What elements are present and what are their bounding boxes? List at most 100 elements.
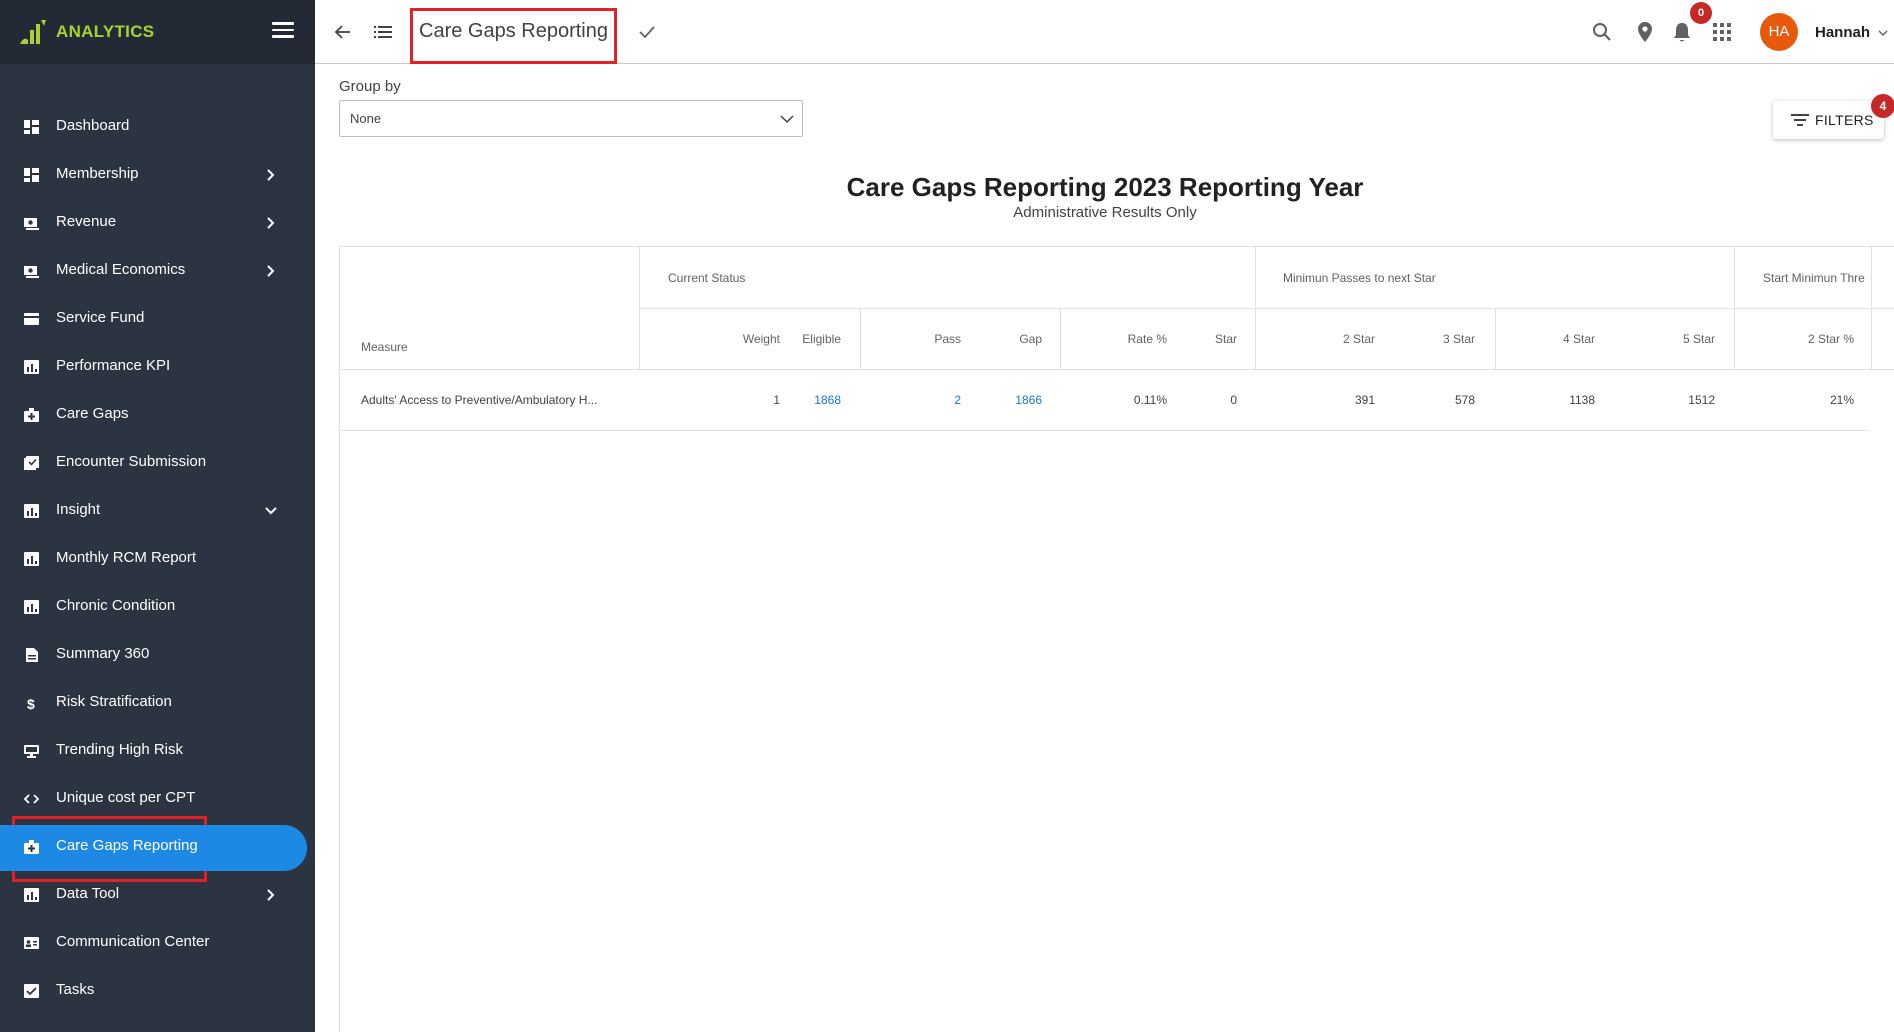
column-header-rate[interactable]: Rate % xyxy=(1080,332,1167,346)
report-title: Care Gaps Reporting 2023 Reporting Year xyxy=(846,172,1364,202)
weight-cell: 1 xyxy=(773,393,780,407)
group-by-select[interactable]: None xyxy=(339,100,803,137)
brand-header: ANALYTICS xyxy=(0,0,315,64)
column-header-measure[interactable]: Measure xyxy=(361,340,408,354)
group-header-current-status: Current Status xyxy=(668,271,746,285)
sidebar-item-data-tool[interactable]: Data Tool xyxy=(0,871,315,919)
sidebar-item-performance-kpi[interactable]: Performance KPI xyxy=(0,343,315,391)
sidebar-item-membership[interactable]: Membership xyxy=(0,151,315,199)
money-icon xyxy=(24,218,39,230)
sidebar-item-unique-cost-per-cpt[interactable]: Unique cost per CPT xyxy=(0,775,315,823)
bar-chart-icon xyxy=(24,888,39,902)
sidebar-item-encounter-submission[interactable]: Encounter Submission xyxy=(0,439,315,487)
sidebar-item-communication-center[interactable]: Communication Center xyxy=(0,919,315,967)
sidebar-item-label: Risk Stratification xyxy=(56,693,172,710)
measure-cell: Adults' Access to Preventive/Ambulatory … xyxy=(361,393,598,407)
gap-link[interactable]: 1866 xyxy=(960,393,1042,407)
chevron-down-icon[interactable] xyxy=(1878,29,1888,37)
sidebar-item-label: Unique cost per CPT xyxy=(56,789,196,806)
search-icon[interactable] xyxy=(1592,22,1612,42)
sidebar-nav: Dashboard Membership Revenue Medical Econom… xyxy=(0,103,315,1015)
bar-chart-icon xyxy=(24,504,39,518)
sidebar-item-label: Encounter Submission xyxy=(56,453,207,470)
sidebar-item-summary-360[interactable]: Summary 360 xyxy=(0,631,315,679)
column-header-pass[interactable]: Pass xyxy=(880,332,961,346)
sidebar-item-label: Performance KPI xyxy=(56,357,171,374)
sidebar-item-label: Membership xyxy=(56,165,139,182)
document-icon xyxy=(26,648,38,662)
analytics-logo-icon xyxy=(20,20,46,44)
filter-icon xyxy=(1791,114,1809,126)
bar-chart-icon xyxy=(24,600,39,614)
chevron-right-icon[interactable] xyxy=(264,216,278,230)
filters-button[interactable]: FILTERS xyxy=(1773,101,1884,139)
sidebar-item-label: Medical Economics xyxy=(56,261,186,278)
page-title: Care Gaps Reporting xyxy=(419,20,608,42)
column-header-eligible[interactable]: Eligible xyxy=(780,332,841,346)
card-icon xyxy=(24,313,39,325)
location-pin-icon[interactable] xyxy=(1637,21,1653,43)
contact-card-icon xyxy=(24,937,39,949)
sidebar-item-care-gaps[interactable]: Care Gaps xyxy=(0,391,315,439)
list-icon[interactable] xyxy=(373,23,393,41)
sidebar-item-revenue[interactable]: Revenue xyxy=(0,199,315,247)
monitor-icon xyxy=(24,745,39,758)
sidebar-item-dashboard[interactable]: Dashboard xyxy=(0,103,315,151)
filters-label: FILTERS xyxy=(1815,112,1874,128)
filters-count-badge: 4 xyxy=(1871,94,1894,118)
sidebar-item-service-fund[interactable]: Service Fund xyxy=(0,295,315,343)
column-header-2-star[interactable]: 2 Star xyxy=(1300,332,1375,346)
sidebar-item-trending-high-risk[interactable]: Trending High Risk xyxy=(0,727,315,775)
pass-link[interactable]: 2 xyxy=(880,393,961,407)
rate-cell: 0.11% xyxy=(1133,393,1167,407)
sidebar-item-label: Revenue xyxy=(56,213,117,230)
star2-cell: 391 xyxy=(1354,393,1375,407)
chevron-right-icon[interactable] xyxy=(264,264,278,278)
column-header-star[interactable]: Star xyxy=(1167,332,1237,346)
task-icon xyxy=(24,984,39,998)
star-cell: 0 xyxy=(1230,393,1237,407)
column-header-2-star-pct[interactable]: 2 Star % xyxy=(1755,332,1854,346)
medical-bag-icon xyxy=(24,408,39,422)
sidebar-item-risk-stratification[interactable]: $ Risk Stratification xyxy=(0,679,315,727)
eligible-link[interactable]: 1868 xyxy=(780,393,841,407)
sidebar-item-care-gaps-reporting[interactable]: Care Gaps Reporting xyxy=(0,823,315,871)
sidebar-item-monthly-rcm-report[interactable]: Monthly RCM Report xyxy=(0,535,315,583)
chevron-down-icon[interactable] xyxy=(264,504,278,518)
bar-chart-icon xyxy=(24,360,39,374)
sidebar-item-tasks[interactable]: Tasks xyxy=(0,967,315,1015)
column-header-weight[interactable]: Weight xyxy=(680,332,780,346)
sidebar-item-label: Summary 360 xyxy=(56,645,150,662)
dollar-icon: $ xyxy=(27,696,35,710)
svg-text:$: $ xyxy=(27,696,35,710)
dashboard-icon xyxy=(24,120,39,134)
sidebar-item-label: Monthly RCM Report xyxy=(56,549,197,566)
notification-bell-icon[interactable] xyxy=(1672,21,1692,43)
sidebar-item-medical-economics[interactable]: Medical Economics xyxy=(0,247,315,295)
menu-toggle-button[interactable] xyxy=(272,22,294,40)
notification-badge: 0 xyxy=(1690,2,1712,24)
apps-grid-icon[interactable] xyxy=(1713,23,1731,41)
column-header-3-star[interactable]: 3 Star xyxy=(1375,332,1475,346)
check-icon[interactable] xyxy=(637,22,657,42)
money-icon xyxy=(24,266,39,278)
column-header-gap[interactable]: Gap xyxy=(960,332,1042,346)
back-arrow-icon[interactable] xyxy=(333,22,353,42)
user-name[interactable]: Hannah xyxy=(1815,24,1870,41)
chevron-right-icon[interactable] xyxy=(264,888,278,902)
dashboard-icon xyxy=(24,168,39,182)
sidebar-item-insight[interactable]: Insight xyxy=(0,487,315,535)
sidebar-item-label: Care Gaps Reporting xyxy=(56,837,198,854)
sidebar-item-label: Tasks xyxy=(56,981,95,998)
column-header-5-star[interactable]: 5 Star xyxy=(1595,332,1715,346)
chevron-right-icon[interactable] xyxy=(264,168,278,182)
column-header-4-star[interactable]: 4 Star xyxy=(1515,332,1595,346)
chevron-down-icon xyxy=(780,115,794,124)
report-subtitle: Administrative Results Only xyxy=(1013,204,1197,221)
user-avatar[interactable]: HA xyxy=(1760,13,1798,51)
topbar: Care Gaps Reporting 0 HA Hannah xyxy=(315,0,1894,64)
sidebar-item-label: Trending High Risk xyxy=(56,741,183,758)
sidebar-item-label: Service Fund xyxy=(56,309,145,326)
brand-name: ANALYTICS xyxy=(56,22,155,41)
sidebar-item-chronic-condition[interactable]: Chronic Condition xyxy=(0,583,315,631)
